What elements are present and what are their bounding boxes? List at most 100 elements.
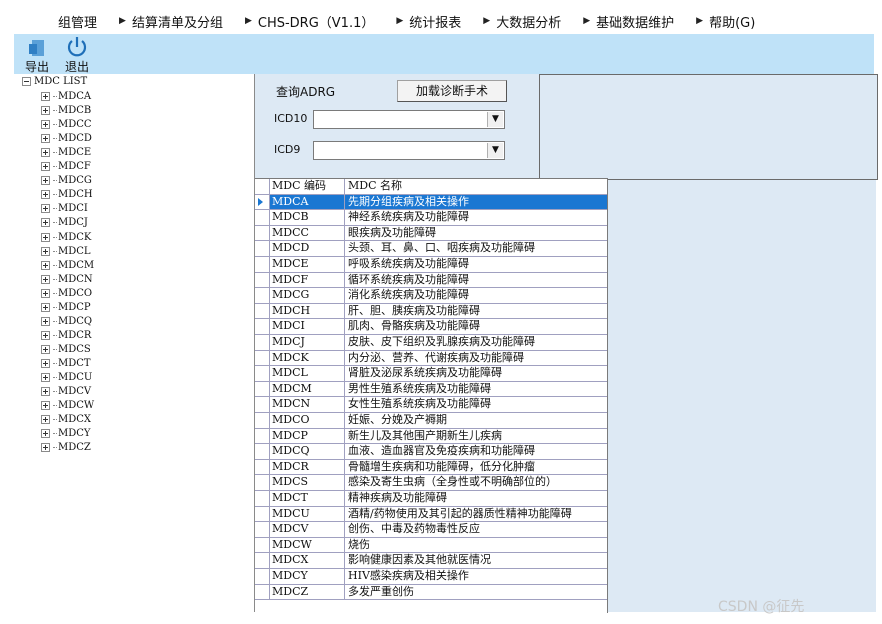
expand-icon[interactable]: [41, 415, 50, 425]
tree-node[interactable]: MDCT: [41, 357, 91, 370]
cell-mdc-code[interactable]: MDCO: [270, 413, 345, 428]
dropdown-arrow-icon[interactable]: ▼: [487, 112, 503, 127]
cell-mdc-code[interactable]: MDCE: [270, 257, 345, 272]
table-row[interactable]: MDCS 感染及寄生虫病（全身性或不明确部位的）: [255, 475, 607, 491]
cell-mdc-name[interactable]: 内分泌、营养、代谢疾病及功能障碍: [345, 351, 607, 366]
table-row[interactable]: MDCT 精神疾病及功能障碍: [255, 491, 607, 507]
cell-mdc-name[interactable]: 肌肉、骨骼疾病及功能障碍: [345, 319, 607, 334]
expand-icon[interactable]: [41, 106, 50, 116]
expand-icon[interactable]: [41, 373, 50, 382]
table-row[interactable]: MDCF 循环系统疾病及功能障碍: [255, 272, 607, 289]
table-row[interactable]: MDCZ 多发严重创伤: [255, 584, 607, 601]
cell-mdc-name[interactable]: 创伤、中毒及药物毒性反应: [345, 522, 607, 537]
cell-mdc-code[interactable]: MDCA: [270, 194, 345, 210]
cell-mdc-name[interactable]: 影响健康因素及其他就医情况: [345, 553, 607, 568]
menu-reports[interactable]: ▶ 统计报表: [396, 12, 461, 31]
icd9-combobox[interactable]: ▼: [313, 141, 505, 160]
cell-mdc-code[interactable]: MDCI: [270, 319, 345, 334]
expand-icon[interactable]: [41, 92, 50, 101]
expand-icon[interactable]: [41, 204, 50, 214]
cell-mdc-name[interactable]: 烧伤: [345, 538, 607, 553]
expand-icon[interactable]: [41, 302, 50, 312]
menu-help[interactable]: ▶ 帮助(G): [696, 12, 755, 31]
tree-node[interactable]: MDCS: [41, 343, 91, 356]
table-row[interactable]: MDCL 肾脏及泌尿系统疾病及功能障碍: [255, 366, 607, 382]
expand-icon[interactable]: [41, 176, 50, 186]
expand-icon[interactable]: [41, 443, 50, 453]
cell-mdc-name[interactable]: 感染及寄生虫病（全身性或不明确部位的）: [345, 475, 607, 490]
menu-chs-drg[interactable]: ▶ CHS-DRG（V1.1）: [245, 12, 374, 31]
cell-mdc-name[interactable]: 肝、胆、胰疾病及功能障碍: [345, 304, 607, 319]
tree-node[interactable]: MDCO: [41, 287, 92, 300]
tree-node[interactable]: MDCE: [41, 146, 91, 159]
cell-mdc-name[interactable]: 呼吸系统疾病及功能障碍: [345, 257, 607, 272]
table-row[interactable]: MDCC 眼疾病及功能障碍: [255, 225, 607, 242]
tree-node[interactable]: MDCW: [41, 399, 94, 412]
expand-icon[interactable]: [41, 429, 50, 439]
cell-mdc-code[interactable]: MDCX: [270, 553, 345, 568]
expand-icon[interactable]: [41, 316, 50, 326]
expand-icon[interactable]: [41, 120, 50, 130]
cell-mdc-name[interactable]: 先期分组疾病及相关操作: [345, 194, 607, 210]
tree-node[interactable]: MDCR: [41, 329, 91, 342]
cell-mdc-code[interactable]: MDCD: [270, 241, 345, 256]
cell-mdc-name[interactable]: 肾脏及泌尿系统疾病及功能障碍: [345, 366, 607, 381]
cell-mdc-name[interactable]: 妊娠、分娩及产褥期: [345, 413, 607, 428]
col-header-name[interactable]: MDC 名称: [345, 179, 607, 194]
cell-mdc-code[interactable]: MDCQ: [270, 444, 345, 459]
cell-mdc-code[interactable]: MDCC: [270, 225, 345, 241]
table-row[interactable]: MDCR 骨髓增生疾病和功能障碍，低分化肿瘤: [255, 459, 607, 476]
cell-mdc-name[interactable]: 酒精/药物使用及其引起的器质性精神功能障碍: [345, 507, 607, 522]
table-row[interactable]: MDCM 男性生殖系统疾病及功能障碍: [255, 381, 607, 398]
tree-node[interactable]: MDCC: [41, 118, 92, 131]
tree-node[interactable]: MDCP: [41, 301, 91, 314]
cell-mdc-code[interactable]: MDCV: [270, 522, 345, 537]
table-row[interactable]: MDCO 妊娠、分娩及产褥期: [255, 413, 607, 429]
expand-icon[interactable]: [41, 344, 50, 354]
cell-mdc-code[interactable]: MDCU: [270, 506, 345, 522]
cell-mdc-code[interactable]: MDCZ: [270, 584, 345, 600]
tree-node[interactable]: MDCJ: [41, 216, 88, 229]
tree-node[interactable]: MDCL: [41, 245, 91, 258]
cell-mdc-code[interactable]: MDCL: [270, 366, 345, 381]
tree-node[interactable]: MDCU: [41, 371, 92, 384]
cell-mdc-code[interactable]: MDCJ: [270, 335, 345, 350]
table-row[interactable]: MDCD 头颈、耳、鼻、口、咽疾病及功能障碍: [255, 241, 607, 257]
tree-node[interactable]: MDCX: [41, 413, 91, 426]
cell-mdc-code[interactable]: MDCF: [270, 272, 345, 288]
expand-icon[interactable]: [41, 218, 50, 228]
tree-node[interactable]: MDCI: [41, 202, 88, 215]
cell-mdc-code[interactable]: MDCR: [270, 459, 345, 475]
table-row[interactable]: MDCQ 血液、造血器官及免疫疾病和功能障碍: [255, 444, 607, 460]
table-row[interactable]: MDCG 消化系统疾病及功能障碍: [255, 288, 607, 304]
table-row[interactable]: MDCE 呼吸系统疾病及功能障碍: [255, 257, 607, 273]
menu-settlement[interactable]: ▶ 结算清单及分组: [119, 12, 223, 31]
expand-icon[interactable]: [41, 358, 50, 368]
cell-mdc-name[interactable]: 多发严重创伤: [345, 585, 607, 600]
expand-icon[interactable]: [41, 232, 50, 242]
tree-node[interactable]: MDCG: [41, 174, 92, 187]
tree-node[interactable]: MDCB: [41, 104, 91, 117]
table-row[interactable]: MDCX 影响健康因素及其他就医情况: [255, 553, 607, 569]
cell-mdc-name[interactable]: 眼疾病及功能障碍: [345, 226, 607, 241]
expand-icon[interactable]: [41, 148, 50, 158]
cell-mdc-code[interactable]: MDCN: [270, 397, 345, 412]
expand-icon[interactable]: [41, 190, 50, 200]
tree-node[interactable]: MDCZ: [41, 441, 91, 454]
table-row[interactable]: MDCY HIV感染疾病及相关操作: [255, 569, 607, 585]
expand-icon[interactable]: [41, 246, 50, 256]
cell-mdc-name[interactable]: 骨髓增生疾病和功能障碍，低分化肿瘤: [345, 460, 607, 475]
cell-mdc-name[interactable]: 血液、造血器官及免疫疾病和功能障碍: [345, 444, 607, 459]
table-row[interactable]: MDCH 肝、胆、胰疾病及功能障碍: [255, 303, 607, 320]
expand-icon[interactable]: [41, 274, 50, 284]
cell-mdc-code[interactable]: MDCY: [270, 569, 345, 584]
tree-root[interactable]: MDC LIST: [22, 76, 87, 87]
table-row[interactable]: MDCB 神经系统疾病及功能障碍: [255, 210, 607, 226]
cell-mdc-code[interactable]: MDCW: [270, 537, 345, 553]
cell-mdc-code[interactable]: MDCP: [270, 428, 345, 444]
cell-mdc-name[interactable]: 皮肤、皮下组织及乳腺疾病及功能障碍: [345, 335, 607, 350]
cell-mdc-code[interactable]: MDCT: [270, 491, 345, 506]
expand-icon[interactable]: [41, 260, 50, 270]
dropdown-arrow-icon[interactable]: ▼: [487, 143, 503, 158]
expand-icon[interactable]: [41, 330, 50, 340]
